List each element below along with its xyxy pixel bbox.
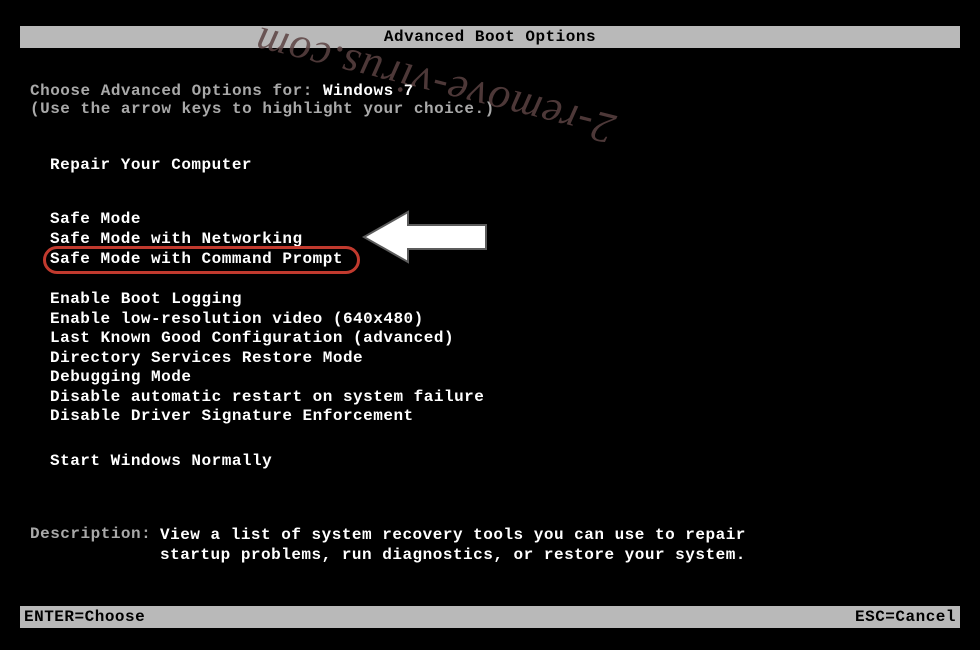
menu-item-safe-mode-cmd[interactable]: Safe Mode with Command Prompt <box>43 246 360 274</box>
description-text: View a list of system recovery tools you… <box>160 525 746 565</box>
options-group: Enable Boot Logging Enable low-resolutio… <box>50 290 484 427</box>
footer-enter: ENTER=Choose <box>24 606 145 628</box>
menu-item-boot-logging[interactable]: Enable Boot Logging <box>50 290 484 310</box>
menu-item-low-res[interactable]: Enable low-resolution video (640x480) <box>50 310 484 330</box>
footer-bar: ENTER=Choose ESC=Cancel <box>20 606 960 628</box>
menu-item-repair[interactable]: Repair Your Computer <box>50 156 252 174</box>
title-text: Advanced Boot Options <box>384 28 596 46</box>
title-bar: Advanced Boot Options <box>20 26 960 48</box>
menu-item-debugging[interactable]: Debugging Mode <box>50 368 484 388</box>
os-name: Windows 7 <box>323 82 414 100</box>
arrow-hint: (Use the arrow keys to highlight your ch… <box>30 100 495 118</box>
arrow-left-icon <box>360 208 490 266</box>
safe-mode-group: Safe Mode Safe Mode with Networking Safe… <box>50 210 360 271</box>
description-label: Description: <box>30 525 151 543</box>
menu-item-disable-restart[interactable]: Disable automatic restart on system fail… <box>50 388 484 408</box>
choose-prefix: Choose Advanced Options for: <box>30 82 323 100</box>
menu-item-disable-sig[interactable]: Disable Driver Signature Enforcement <box>50 407 484 427</box>
menu-item-last-known-good[interactable]: Last Known Good Configuration (advanced) <box>50 329 484 349</box>
footer-esc: ESC=Cancel <box>855 606 956 628</box>
menu-item-dsrm[interactable]: Directory Services Restore Mode <box>50 349 484 369</box>
menu-item-safe-mode[interactable]: Safe Mode <box>50 210 360 230</box>
menu-item-start-normally[interactable]: Start Windows Normally <box>50 452 272 470</box>
boot-options-screen: Advanced Boot Options Choose Advanced Op… <box>0 0 980 650</box>
choose-line: Choose Advanced Options for: Windows 7 <box>30 82 414 100</box>
description-line-2: startup problems, run diagnostics, or re… <box>160 545 746 565</box>
description-line-1: View a list of system recovery tools you… <box>160 525 746 545</box>
